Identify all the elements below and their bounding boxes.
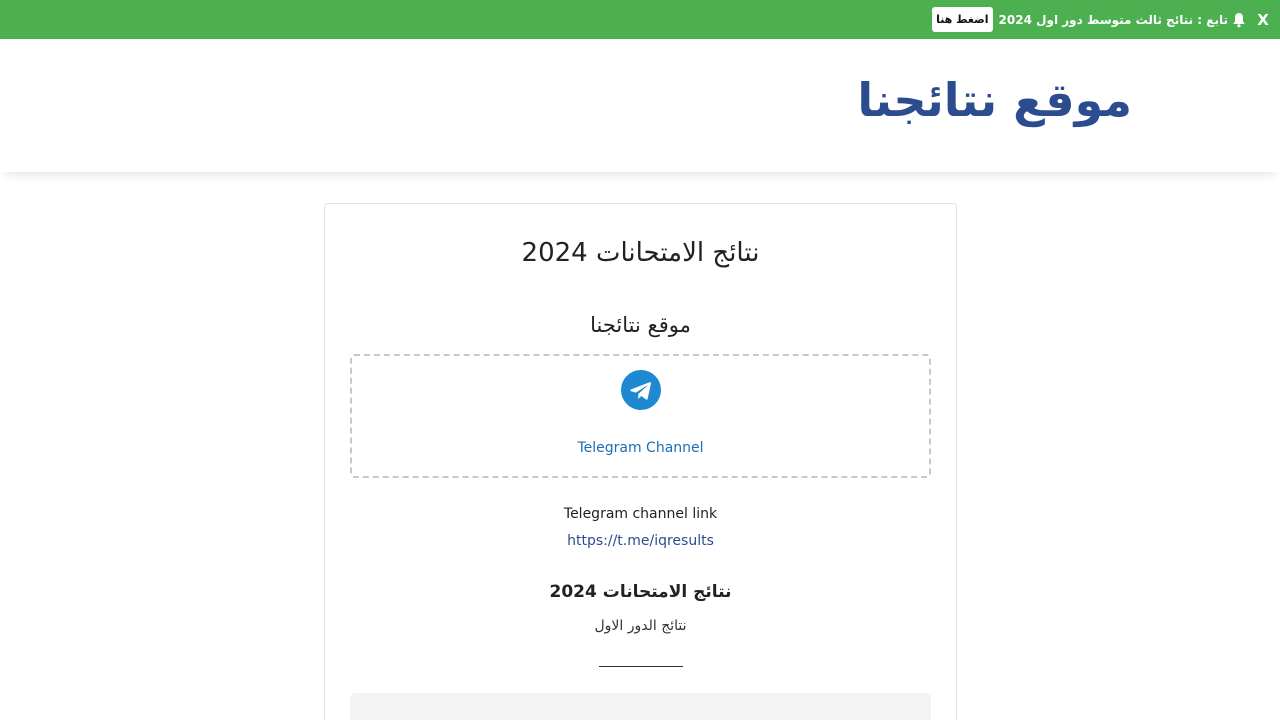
divider xyxy=(599,666,683,667)
notification-text: تابع : نتائج ثالث متوسط دور اول 2024 xyxy=(998,12,1228,27)
telegram-link[interactable]: https://t.me/iqresults xyxy=(325,533,956,549)
telegram-link-caption: Telegram channel link xyxy=(563,506,718,522)
site-header: موقع نتائجنا xyxy=(0,39,1280,172)
telegram-channel-button[interactable]: Telegram Channel xyxy=(350,354,931,478)
bell-icon xyxy=(1232,12,1246,28)
card-heading: نتائج الامتحانات 2024 xyxy=(521,238,760,268)
site-title[interactable]: موقع نتائجنا xyxy=(857,73,1132,127)
notification-close-button[interactable]: X xyxy=(1254,11,1272,29)
notification-bar: X تابع : نتائج ثالث متوسط دور اول 2024 ا… xyxy=(0,0,1280,39)
results-subtitle: نتائج الدور الاول xyxy=(594,618,687,634)
telegram-channel-label: Telegram Channel xyxy=(577,440,704,456)
notification-action-button[interactable]: اضغط هنا xyxy=(932,7,993,32)
results-title: نتائج الامتحانات 2024 xyxy=(549,582,732,602)
results-panel xyxy=(350,693,931,720)
content-card: نتائج الامتحانات 2024 موقع نتائجنا Teleg… xyxy=(324,203,957,720)
telegram-icon xyxy=(621,370,661,410)
card-subheading: موقع نتائجنا xyxy=(590,313,691,337)
